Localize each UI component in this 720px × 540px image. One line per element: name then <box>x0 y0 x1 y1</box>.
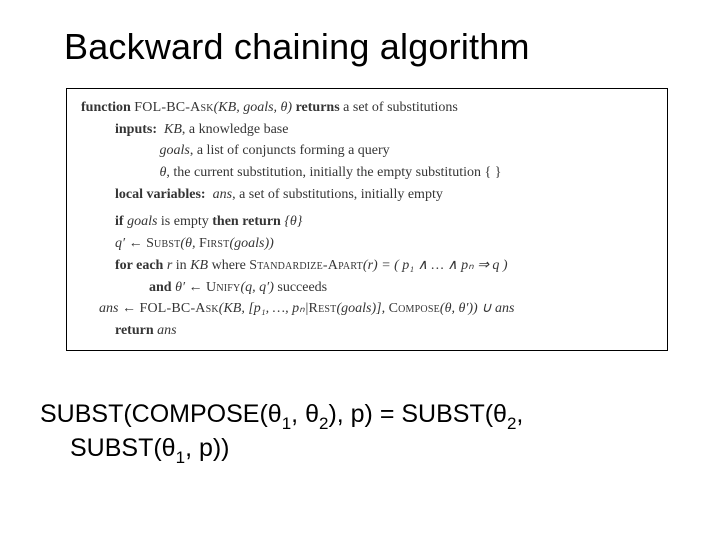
equation-line-2: SUBST(θ1, p)) <box>40 433 682 467</box>
fn-fol-bc-ask: FOL-BC-Ask <box>134 100 213 115</box>
algo-line-return: return ans <box>81 320 653 342</box>
equation: SUBST(COMPOSE(θ1, θ2), p) = SUBST(θ2, SU… <box>40 399 682 468</box>
algo-line-foreach: for each r in KB where Standardize-Apart… <box>81 255 653 277</box>
algo-line-function: function FOL-BC-Ask(KB, goals, θ) return… <box>81 97 653 119</box>
algo-line-ans: ans ← FOL-BC-Ask(KB, [p₁, …, pₙ|Rest(goa… <box>81 298 653 320</box>
algo-line-qprime: q′ ← Subst(θ, First(goals)) <box>81 233 653 255</box>
algorithm-box: function FOL-BC-Ask(KB, goals, θ) return… <box>66 88 668 351</box>
algo-line-inputs: inputs: KB, a knowledge base <box>81 119 653 141</box>
algo-line-input-goals: goals, a list of conjuncts forming a que… <box>81 140 653 162</box>
algo-line-if: if goals is empty then return {θ} <box>81 211 653 233</box>
equation-line-1: SUBST(COMPOSE(θ1, θ2), p) = SUBST(θ2, <box>40 399 682 433</box>
algo-line-input-theta: θ, the current substitution, initially t… <box>81 162 653 184</box>
slide-title: Backward chaining algorithm <box>64 26 682 68</box>
algo-line-and-unify: and θ′ ← Unify(q, q′) succeeds <box>81 277 653 299</box>
keyword-function: function <box>81 100 131 115</box>
algo-line-locals: local variables: ans, a set of substitut… <box>81 184 653 206</box>
slide: Backward chaining algorithm function FOL… <box>0 0 720 540</box>
